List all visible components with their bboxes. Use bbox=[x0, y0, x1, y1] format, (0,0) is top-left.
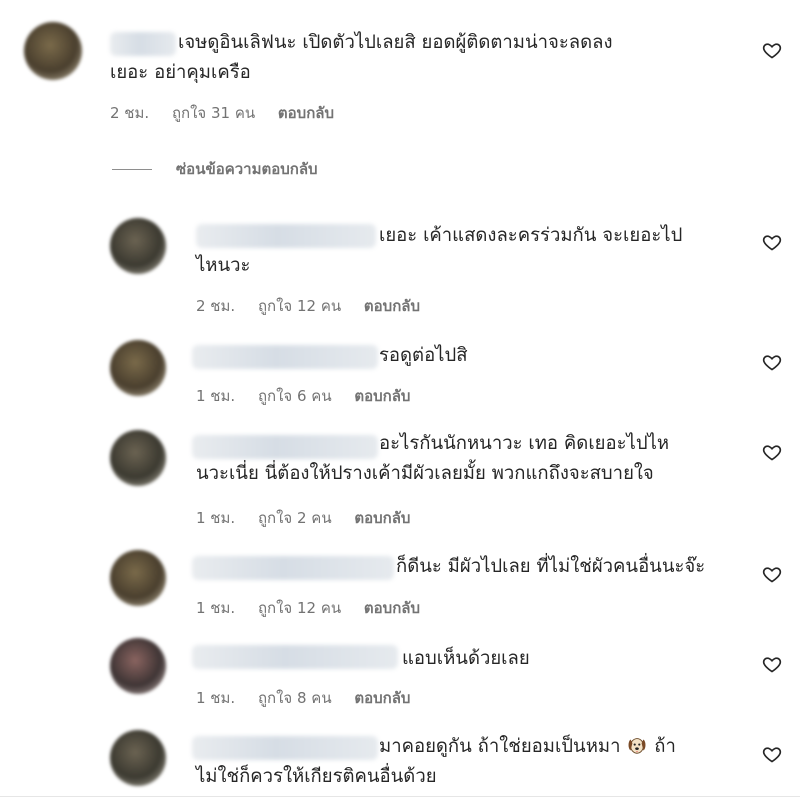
reply-text: อะไรกันนักหนาวะ เทอ คิดเยอะไปไห bbox=[379, 433, 670, 454]
like-count[interactable]: ถูกใจ 2 คน bbox=[258, 509, 332, 527]
reply-button[interactable]: ตอบกลับ bbox=[278, 104, 334, 122]
reply-item: อะไรกันนักหนาวะ เทอ คิดเยอะไปไห นวะเนี่ย… bbox=[0, 420, 800, 540]
reply-time: 2 ชม. bbox=[196, 297, 236, 315]
reply-time: 1 ชม. bbox=[196, 689, 236, 707]
reply-text-line2: ไหนวะ bbox=[196, 255, 251, 276]
heart-icon[interactable] bbox=[762, 654, 782, 674]
like-count[interactable]: ถูกใจ 12 คน bbox=[258, 599, 341, 617]
reply-item: ก็ดีนะ มีผัวไปเลย ที่ไม่ใช่ผัวคนอื่นนะจ๊… bbox=[0, 540, 800, 630]
avatar[interactable] bbox=[110, 550, 166, 606]
like-count[interactable]: ถูกใจ 8 คน bbox=[258, 689, 332, 707]
reply-item: มาคอยดูกัน ถ้าใช่ยอมเป็นหมา ถ้า ไม่ใช่ก็… bbox=[0, 720, 800, 796]
dog-face-icon bbox=[628, 738, 646, 754]
reply-button[interactable]: ตอบกลับ bbox=[364, 599, 420, 617]
avatar[interactable] bbox=[110, 430, 166, 486]
username-blurred[interactable] bbox=[192, 556, 394, 580]
username-blurred[interactable] bbox=[192, 736, 378, 760]
reply-item: รอดูต่อไปสิ 1 ชม. ถูกใจ 6 คน ตอบกลับ bbox=[0, 330, 800, 420]
reply-meta: 2 ชม. ถูกใจ 12 คน ตอบกลับ bbox=[196, 294, 438, 318]
reply-time: 1 ชม. bbox=[196, 509, 236, 527]
avatar[interactable] bbox=[110, 638, 166, 694]
heart-icon[interactable] bbox=[762, 442, 782, 462]
reply-meta: 1 ชม. ถูกใจ 8 คน ตอบกลับ bbox=[196, 686, 428, 710]
reply-button[interactable]: ตอบกลับ bbox=[354, 509, 410, 527]
reply-text: เยอะ เค้าแสดงละครร่วมกัน จะเยอะไป bbox=[379, 225, 683, 246]
reply-text: รอดูต่อไปสิ bbox=[379, 345, 468, 366]
reply-meta: 1 ชม. ถูกใจ 12 คน ตอบกลับ bbox=[196, 596, 438, 620]
like-count[interactable]: ถูกใจ 6 คน bbox=[258, 387, 332, 405]
username-blurred[interactable] bbox=[110, 32, 176, 56]
heart-icon[interactable] bbox=[762, 564, 782, 584]
reply-time: 1 ชม. bbox=[196, 599, 236, 617]
username-blurred[interactable] bbox=[192, 645, 398, 669]
comment-meta: 2 ชม. ถูกใจ 31 คน ตอบกลับ bbox=[110, 101, 352, 125]
comment-text: เจษดูอินเลิฟนะ เปิดตัวไปเลยสิ ยอดผู้ติดต… bbox=[178, 32, 613, 53]
reply-time: 1 ชม. bbox=[196, 387, 236, 405]
divider bbox=[0, 796, 800, 797]
reply-button[interactable]: ตอบกลับ bbox=[354, 689, 410, 707]
divider-line bbox=[112, 168, 152, 170]
avatar[interactable] bbox=[110, 340, 166, 396]
reply-item: แอบเห็นด้วยเลย 1 ชม. ถูกใจ 8 คน ตอบกลับ bbox=[0, 630, 800, 720]
avatar[interactable] bbox=[24, 22, 82, 80]
reply-meta: 1 ชม. ถูกใจ 2 คน ตอบกลับ bbox=[196, 506, 428, 530]
reply-item: เยอะ เค้าแสดงละครร่วมกัน จะเยอะไป ไหนวะ … bbox=[0, 200, 800, 320]
username-blurred[interactable] bbox=[196, 224, 376, 248]
comment-top: เจษดูอินเลิฟนะ เปิดตัวไปเลยสิ ยอดผู้ติดต… bbox=[0, 0, 800, 140]
hide-replies-button[interactable]: ซ่อนข้อความตอบกลับ bbox=[112, 157, 318, 181]
heart-icon[interactable] bbox=[762, 352, 782, 372]
reply-button[interactable]: ตอบกลับ bbox=[354, 387, 410, 405]
username-blurred[interactable] bbox=[192, 345, 378, 369]
reply-text-line2: นวะเนี่ย นี่ต้องให้ปรางเค้ามีผัวเลยมั้ย … bbox=[196, 463, 654, 484]
reply-text: ก็ดีนะ มีผัวไปเลย ที่ไม่ใช่ผัวคนอื่นนะจ๊… bbox=[396, 556, 706, 577]
username-blurred[interactable] bbox=[192, 435, 378, 459]
like-count[interactable]: ถูกใจ 12 คน bbox=[258, 297, 341, 315]
reply-meta: 1 ชม. ถูกใจ 6 คน ตอบกลับ bbox=[196, 384, 428, 408]
heart-icon[interactable] bbox=[762, 744, 782, 764]
heart-icon[interactable] bbox=[762, 40, 782, 60]
comment-time: 2 ชม. bbox=[110, 104, 150, 122]
reply-text-line2: ไม่ใช่ก็ควรให้เกียรติคนอื่นด้วย bbox=[196, 766, 437, 787]
like-count[interactable]: ถูกใจ 31 คน bbox=[172, 104, 255, 122]
avatar[interactable] bbox=[110, 218, 166, 274]
comment-text-line2: เยอะ อย่าคุมเครือ bbox=[110, 62, 251, 83]
reply-text: มาคอยดูกัน ถ้าใช่ยอมเป็นหมา ถ้า bbox=[379, 736, 676, 757]
reply-text: แอบเห็นด้วยเลย bbox=[402, 648, 530, 669]
reply-button[interactable]: ตอบกลับ bbox=[364, 297, 420, 315]
heart-icon[interactable] bbox=[762, 232, 782, 252]
avatar[interactable] bbox=[110, 730, 166, 786]
